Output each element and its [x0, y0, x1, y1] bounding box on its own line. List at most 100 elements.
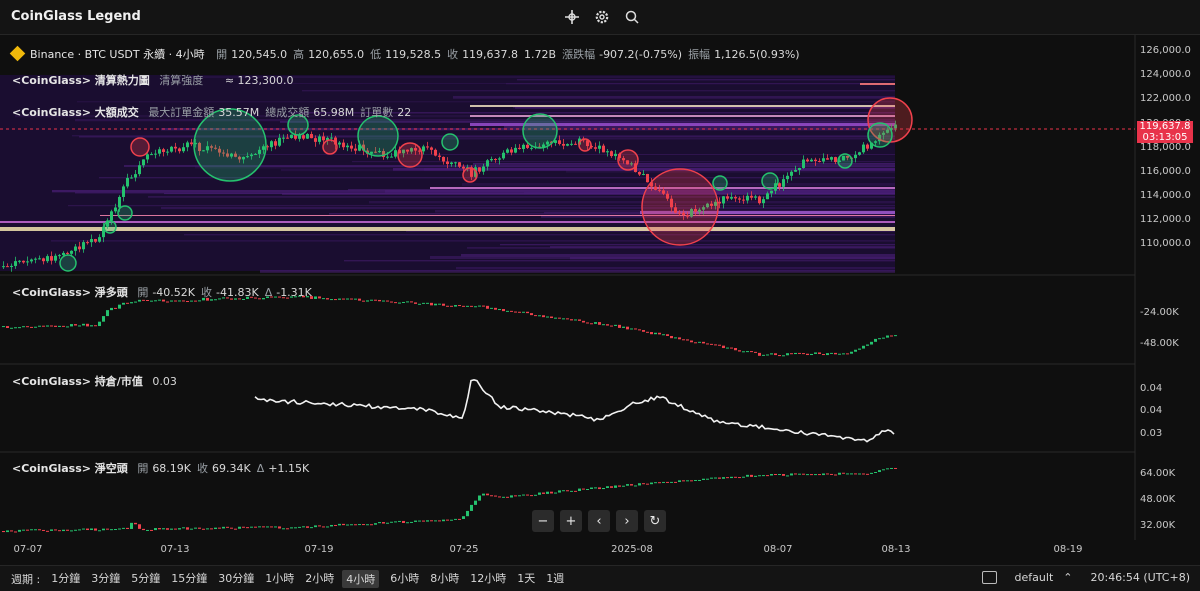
net-short-bar [174, 529, 177, 530]
period-option[interactable]: 8小時 [430, 570, 459, 588]
net-long-bar [38, 326, 41, 327]
period-option[interactable]: 30分鐘 [218, 570, 254, 588]
settings-icon[interactable] [592, 7, 612, 27]
theme-select[interactable]: default [1015, 571, 1054, 584]
period-option[interactable]: 3分鐘 [91, 570, 120, 588]
net-short-bar [774, 474, 777, 475]
big-trade-bubble [398, 143, 422, 167]
ohlc-value: 119,637.8 [462, 48, 518, 61]
net-short-bar [794, 473, 797, 474]
net-short-bar [10, 530, 13, 531]
net-short-bar [862, 473, 865, 474]
period-option[interactable]: 5分鐘 [131, 570, 160, 588]
net-short-bar [694, 480, 697, 481]
net-short-bar [558, 490, 561, 492]
net-long-bar [830, 353, 833, 354]
net-long-bar [74, 324, 77, 325]
net-long-bar [854, 350, 857, 352]
net-long-bar [810, 354, 813, 355]
price-tag: 119,637.8 03:13:05 [1137, 121, 1193, 143]
period-option[interactable]: 12小時 [470, 570, 506, 588]
net-short-bar [102, 529, 105, 531]
net-short-bar [70, 530, 73, 531]
search-icon[interactable] [622, 7, 642, 27]
candle-body [810, 160, 813, 162]
net-long-key: 收 [201, 286, 212, 299]
candle-body [438, 156, 441, 157]
net-short-bar [738, 477, 741, 478]
period-option[interactable]: 1小時 [265, 570, 294, 588]
net-short-bar [878, 470, 881, 472]
net-long-bar [706, 343, 709, 344]
big-trade-bubble [442, 134, 458, 150]
net-short-bar [390, 522, 393, 523]
scroll-right-button[interactable]: › [616, 510, 638, 532]
heatmap-name: <CoinGlass> 清算熱力圖 [12, 74, 150, 87]
net-short-bar [502, 497, 505, 498]
crosshair-icon[interactable] [562, 7, 582, 27]
net-short-bar [410, 522, 413, 523]
heatmap-band [302, 90, 895, 91]
candle-body [442, 157, 445, 162]
net-short-bar [238, 527, 241, 529]
net-long-bar [610, 326, 613, 327]
net-short-bar [118, 529, 121, 530]
net-long-bar [130, 302, 133, 303]
net-short-bar [614, 485, 617, 487]
big-trade-bubble [618, 150, 638, 170]
net-long-bar [138, 300, 141, 302]
net-long-bar [350, 299, 353, 300]
candle-body [338, 143, 341, 145]
reset-chart-button[interactable]: ↻ [644, 510, 666, 532]
net-short-bar [50, 529, 53, 530]
scroll-left-button[interactable]: ‹ [588, 510, 610, 532]
net-long-bar [394, 302, 397, 303]
x-tick-label: 07-19 [304, 544, 333, 555]
period-option[interactable]: 1分鐘 [51, 570, 80, 588]
toolbar-icons [562, 7, 642, 27]
y-tick-label: 114,000.0 [1140, 190, 1186, 201]
net-long-bar [518, 312, 521, 313]
period-option[interactable]: 4小時 [342, 570, 379, 588]
net-short-bar [870, 473, 873, 474]
zoom-out-button[interactable]: − [532, 510, 554, 532]
net-short-bar [234, 529, 237, 530]
period-option[interactable]: 15分鐘 [171, 570, 207, 588]
zoom-in-button[interactable]: + [560, 510, 582, 532]
candle-body [42, 258, 45, 261]
net-long-bar [578, 319, 581, 320]
chart-area[interactable]: Binance · BTC USDT 永續 · 4小時 開 120,545.0 高 1… [0, 35, 1200, 565]
bigtrade-values: 最大訂單金額 35.57M 總成交額 65.98M 訂單數 22 [148, 106, 417, 119]
net-long-bar [846, 353, 849, 354]
candle-body [286, 138, 289, 139]
net-long-bar [146, 300, 149, 301]
candle-body [490, 159, 493, 160]
period-option[interactable]: 1天 [517, 570, 535, 588]
net-long-bar [462, 306, 465, 307]
heatmap-band [500, 244, 895, 245]
net-short-bar [698, 480, 701, 481]
net-short-bar [330, 525, 333, 526]
net-long-bar [402, 302, 405, 303]
big-trade-bubble [104, 221, 116, 233]
candle-body [178, 148, 181, 151]
period-option[interactable]: 2小時 [305, 570, 334, 588]
candle-body [2, 266, 5, 267]
layout-icon[interactable] [982, 571, 997, 584]
net-long-bar [698, 342, 701, 343]
chevron-up-icon[interactable]: ⌃ [1063, 571, 1072, 584]
net-long-bar [482, 306, 485, 307]
period-option[interactable]: 1週 [546, 570, 564, 588]
net-short-bar [38, 529, 41, 530]
net-long-bar [566, 318, 569, 319]
app-title: CoinGlass Legend [11, 9, 141, 24]
net-short-bar [270, 526, 273, 527]
net-short-value: 68.19K [152, 462, 191, 475]
period-option[interactable]: 6小時 [390, 570, 419, 588]
net-long-bar [62, 326, 65, 327]
heatmap-band [517, 79, 895, 80]
candle-body [794, 170, 797, 172]
net-long-bar [66, 326, 69, 327]
net-long-bar [826, 353, 829, 355]
candle-body [314, 138, 317, 142]
